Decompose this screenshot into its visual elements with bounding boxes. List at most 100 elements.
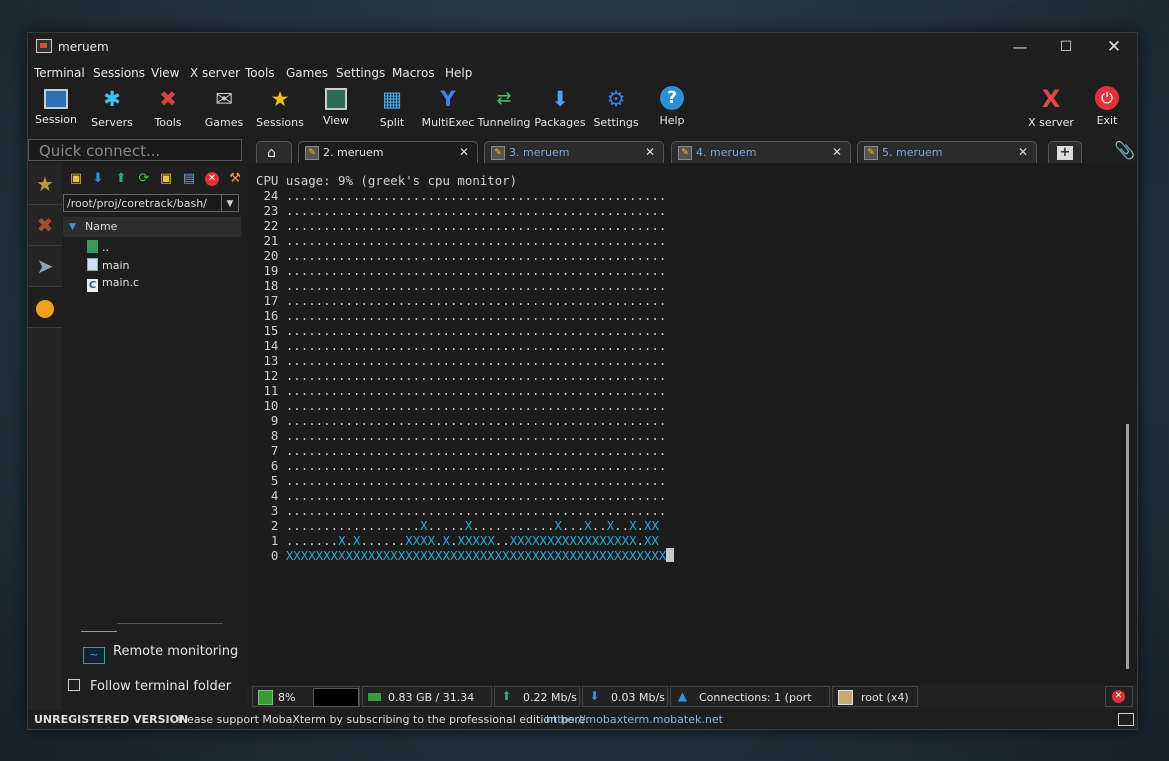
file-item-parent[interactable]: .. (87, 240, 109, 256)
follow-terminal-folder-checkbox[interactable]: Follow terminal folder (68, 679, 231, 694)
tab-3-meruem[interactable]: ✎ 3. meruem ✕ (484, 141, 664, 163)
view-button[interactable]: View (308, 83, 364, 135)
terminal-scrollbar[interactable] (1126, 424, 1129, 669)
tab-home[interactable]: ⌂ (256, 141, 292, 163)
remote-monitoring-button[interactable]: ~ Remote monitoring (83, 644, 238, 664)
path-text: /root/proj/coretrack/bash/ (67, 197, 207, 210)
tunneling-button[interactable]: ⇄ Tunneling (476, 83, 532, 135)
close-tab-icon[interactable]: ✕ (1018, 142, 1028, 163)
splitter-handle[interactable] (81, 631, 117, 632)
upload-value: 0.22 Mb/s (523, 691, 577, 704)
attachment-icon[interactable]: 📎 (1114, 141, 1135, 161)
toolbar-label: Servers (91, 116, 133, 129)
upload-status: ⬆ 0.22 Mb/s (494, 686, 580, 707)
menu-tools[interactable]: Tools (245, 66, 275, 80)
path-input[interactable]: /root/proj/coretrack/bash/ ▼ (63, 194, 239, 212)
row-bars: ........................................… (285, 338, 667, 353)
send-icon[interactable]: ➤ (28, 246, 62, 287)
mobaxterm-link[interactable]: https://mobaxterm.mobatek.net (546, 710, 723, 729)
menu-sessions[interactable]: Sessions (93, 66, 145, 80)
gear-icon: ⚙ (606, 87, 626, 111)
terminal-row: 21 .....................................… (256, 233, 666, 248)
delete-icon[interactable]: ✕ (205, 172, 219, 186)
menu-help[interactable]: Help (445, 66, 472, 80)
sftp-tab[interactable] (28, 287, 62, 328)
terminal-row: 10 .....................................… (256, 398, 666, 413)
screen-icon[interactable] (1118, 713, 1134, 726)
multiexec-button[interactable]: Y MultiExec (420, 83, 476, 135)
new-file-icon[interactable]: ▤ (182, 172, 196, 186)
tab-4-meruem[interactable]: ✎ 4. meruem ✕ (671, 141, 851, 163)
close-tab-icon[interactable]: ✕ (832, 142, 842, 163)
divider (117, 623, 223, 624)
row-bars: ........................................… (285, 203, 667, 218)
terminal-row: 17 .....................................… (256, 293, 666, 308)
quick-connect-input[interactable]: Quick connect... (28, 139, 242, 161)
menu-terminal[interactable]: Terminal (34, 66, 85, 80)
minimize-icon[interactable]: — (997, 33, 1043, 61)
session-button[interactable]: Session (28, 83, 84, 135)
menu-macros[interactable]: Macros (392, 66, 435, 80)
xserver-button[interactable]: X X server (1023, 83, 1079, 135)
row-bars: ........................................… (285, 233, 667, 248)
terminal-row: 20 .....................................… (256, 248, 666, 263)
close-tab-icon[interactable]: ✕ (645, 142, 655, 163)
upload-icon[interactable]: ⬆ (114, 172, 128, 186)
new-tab-button[interactable]: + (1048, 141, 1082, 163)
terminal-row: 5 ......................................… (256, 473, 666, 488)
menu-view[interactable]: View (151, 66, 179, 80)
new-folder-icon[interactable]: ▣ (159, 172, 173, 186)
games-button[interactable]: ✉ Games (196, 83, 252, 135)
close-session-button[interactable]: ✕ (1105, 686, 1133, 707)
chevron-down-icon[interactable]: ▼ (221, 195, 238, 211)
view-icon (325, 88, 347, 110)
menu-games[interactable]: Games (286, 66, 328, 80)
c-file-icon: C (87, 279, 98, 292)
terminal-row: 8 ......................................… (256, 428, 666, 443)
split-button[interactable]: ▦ Split (364, 83, 420, 135)
tab-5-meruem[interactable]: ✎ 5. meruem ✕ (857, 141, 1037, 163)
file-item-main-c[interactable]: Cmain.c (87, 275, 139, 292)
wrench-icon[interactable]: ⚒ (228, 172, 242, 186)
row-bars: ........................................… (285, 293, 667, 308)
row-bars: ........................................… (285, 398, 667, 413)
packages-button[interactable]: ⬇ Packages (532, 83, 588, 135)
tab-2-meruem[interactable]: ✎ 2. meruem ✕ (298, 141, 478, 163)
sessions-star-icon[interactable]: ★ (28, 164, 62, 205)
sessions-button[interactable]: ★ Sessions (252, 83, 308, 135)
close-tab-icon[interactable]: ✕ (459, 142, 469, 163)
row-bars: ........................................… (285, 353, 667, 368)
download-icon[interactable]: ⬇ (91, 172, 105, 186)
file-icon (87, 258, 98, 271)
terminal-row: 15 .....................................… (256, 323, 666, 338)
exit-button[interactable]: ⏻ Exit (1079, 83, 1135, 135)
row-label: 5 (256, 473, 286, 488)
terminal-tab-icon: ✎ (864, 146, 878, 160)
settings-button[interactable]: ⚙ Settings (588, 83, 644, 135)
refresh-icon[interactable]: ⟳ (137, 172, 151, 186)
name-column-header[interactable]: ▼ Name (63, 217, 241, 237)
help-button[interactable]: ? Help (644, 83, 700, 135)
toolbar-label: Split (379, 116, 405, 129)
checkbox-icon (68, 679, 80, 691)
terminal-row: 23 .....................................… (256, 203, 666, 218)
row-label: 3 (256, 503, 286, 518)
terminal-row: 7 ......................................… (256, 443, 666, 458)
remote-monitoring-label: Remote monitoring (113, 644, 239, 659)
terminal-tab-icon: ✎ (678, 146, 692, 160)
servers-button[interactable]: ✱ Servers (84, 83, 140, 135)
upload-folder-icon[interactable]: ▣ (69, 172, 83, 186)
terminal[interactable]: CPU usage: 9% (greek's cpu monitor) 24 .… (247, 164, 1137, 684)
close-icon[interactable]: ✕ (1091, 33, 1137, 61)
file-item-main[interactable]: main (87, 258, 129, 274)
row-bars: ........................................… (285, 503, 667, 518)
row-bars: ........................................… (285, 188, 667, 203)
tools-button[interactable]: ✖ Tools (140, 83, 196, 135)
unregistered-label: UNREGISTERED VERSION (34, 713, 189, 726)
tools-side-icon[interactable]: ✖ (28, 205, 62, 246)
maximize-icon[interactable]: ☐ (1043, 33, 1089, 61)
toolbar-label: View (322, 114, 350, 127)
xserver-icon: X (1041, 85, 1061, 113)
menu-settings[interactable]: Settings (336, 66, 385, 80)
menu-x-server[interactable]: X server (190, 66, 240, 80)
